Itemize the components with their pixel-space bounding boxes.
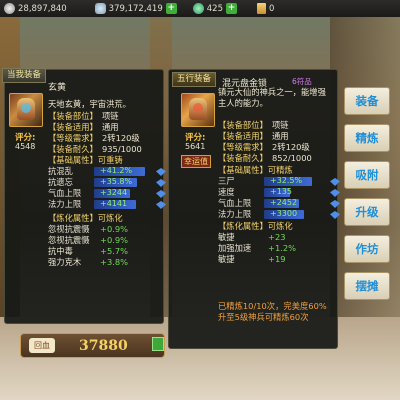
add-jade-button[interactable]: + [225,3,237,14]
compared-score: 5641 [185,142,206,151]
info-value: 通用 [102,122,119,132]
game-scene: 当我装备 玄黄 评分: 4548 天地玄黄，宇宙洪荒。 【基础属性】可重铸 【炼… [0,17,400,400]
attr-bar: +41.2% [94,166,145,176]
info-value: 2转120级 [102,133,140,143]
attr-value: +41.2% [100,166,133,175]
info-label: 【等级需求】 [218,142,268,152]
attr-name: 三尸 [218,176,235,186]
gold-resource: 379,172,419 + [94,3,177,14]
refine-name: 忽视抗震慑 [48,235,90,245]
gold-ingot-icon [94,3,106,14]
equipped-tag: 当我装备 [2,68,47,83]
attr-name: 抗遗忘 [48,177,73,187]
jade-amount: 425 [206,3,223,14]
equipped-score: 4548 [15,142,36,151]
refine-value: +5.7% [100,246,129,256]
golden-lock-item-icon[interactable] [181,93,215,127]
refine-name: 敏捷 [218,254,235,264]
attr-value: +2452 [270,198,298,207]
compared-tag: 五行装备 [172,72,217,87]
attr-value: +3244 [100,188,128,197]
combat-power-value: 37880 [79,338,128,354]
ticket-resource: 0 [256,3,275,14]
action-button-3[interactable]: 吸附 [344,161,390,189]
attr-bar: +2452 [264,198,299,208]
refine-value: +23 [268,232,286,242]
refine-attr-header: 【炼化属性】可炼化 [218,221,293,231]
silver-coin-icon [4,3,15,14]
info-value: 项链 [272,120,289,130]
attr-bar: +4141 [94,199,136,209]
info-label: 【等级需求】 [48,133,98,143]
info-label: 【装备耐久】 [48,144,98,154]
info-label: 【装备适用】 [48,122,98,132]
upgrade-hint-note: 升至5级神兵可精炼60次 [218,312,309,322]
item-description: 镇元大仙的神兵之一，能增强主人的能力。 [218,87,326,108]
attr-value: +35.8% [100,177,133,186]
ticket-amount: 0 [268,3,275,14]
action-button-5[interactable]: 作坊 [344,235,390,263]
attr-name: 抗混乱 [48,166,73,176]
attr-name: 速度 [218,187,235,197]
lucky-value-badge: 幸运值 [181,155,211,168]
info-label: 【装备部位】 [48,111,98,121]
attr-bar: +35.8% [94,177,137,187]
attr-name: 法力上限 [218,209,252,219]
action-button-2[interactable]: 精炼 [344,124,390,152]
necklace-item-icon[interactable] [9,93,43,127]
info-value: 通用 [272,131,289,141]
base-attr-header: 【基础属性】可重铸 [48,155,123,165]
equipped-item-name: 玄黄 [48,83,67,93]
power-bar: 回血 37880 [20,333,165,358]
action-button-1[interactable]: 装备 [344,87,390,115]
attr-name: 气血上限 [48,188,82,198]
expand-button[interactable] [152,337,164,351]
action-button-6[interactable]: 摆摊 [344,272,390,300]
attr-value: +4141 [100,199,128,208]
refine-progress-note: 已精炼10/10次，完美度60% [218,301,327,311]
refine-value: +19 [268,254,286,264]
refine-value: +0.9% [100,224,129,234]
item-description: 天地玄黄，宇宙洪荒。 [48,99,131,109]
info-value: 852/1000 [272,153,312,163]
attr-value: +3300 [270,209,298,218]
info-label: 【装备耐久】 [218,153,268,163]
attr-value: +32.5% [270,176,303,185]
info-label: 【装备适用】 [218,131,268,141]
ticket-icon [256,3,266,14]
heal-label[interactable]: 回血 [29,338,55,353]
refine-name: 抗中毒 [48,246,73,256]
refine-value: +1.2% [268,243,297,253]
gold-amount: 379,172,419 [108,3,163,14]
refine-name: 强力克木 [48,257,82,267]
base-attr-header: 【基础属性】可精炼 [218,165,293,175]
rarity-badge: 6符品 [292,77,312,86]
refine-name: 忽视抗震慑 [48,224,90,234]
info-value: 935/1000 [102,144,142,154]
attr-name: 气血上限 [218,198,252,208]
attr-value: +135 [270,187,292,196]
refine-attr-header: 【炼化属性】可炼化 [48,213,123,223]
info-value: 项链 [102,111,119,121]
refine-value: +3.8% [100,257,129,267]
jade-icon [192,3,204,14]
attr-bar: +32.5% [264,176,312,186]
currency-bar: 28,897,840 379,172,419 + 425 + 0 [0,0,400,17]
refine-value: +0.9% [100,235,129,245]
action-button-4[interactable]: 升级 [344,198,390,226]
attr-name: 法力上限 [48,199,82,209]
info-label: 【装备部位】 [218,120,268,130]
attr-bar: +3244 [94,188,130,198]
silver-amount: 28,897,840 [18,3,67,14]
refine-name: 加强加速 [218,243,252,253]
silver-resource: 28,897,840 [4,3,67,14]
add-gold-button[interactable]: + [165,3,177,14]
attr-bar: +3300 [264,209,304,219]
attr-bar: +135 [264,187,292,197]
refine-name: 敏捷 [218,232,235,242]
jade-resource: 425 + [192,3,237,14]
info-value: 2转120级 [272,142,310,152]
